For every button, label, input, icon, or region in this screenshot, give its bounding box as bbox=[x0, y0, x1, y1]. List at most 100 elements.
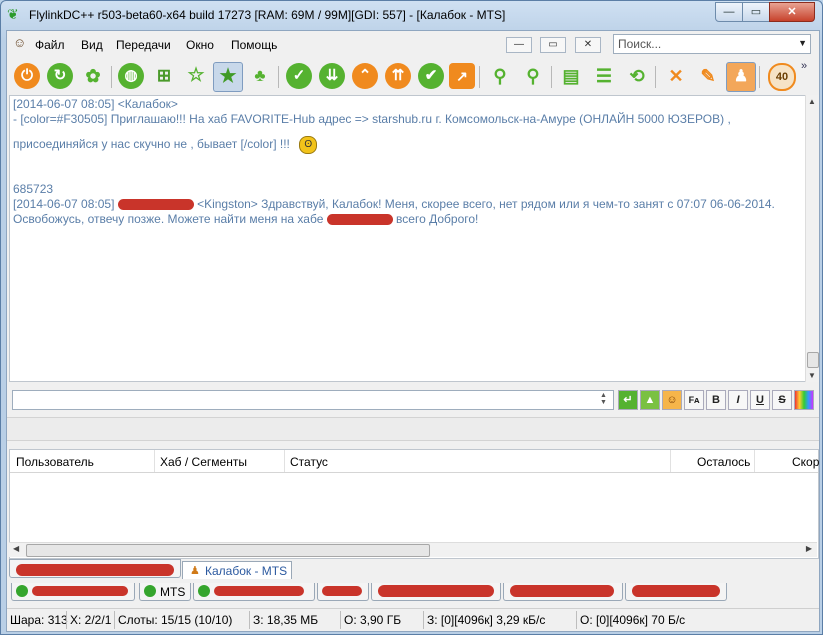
status-divider bbox=[249, 611, 250, 629]
col-divider[interactable] bbox=[154, 450, 155, 472]
status-divider bbox=[576, 611, 577, 629]
col-speed[interactable]: Скор bbox=[792, 455, 819, 469]
chart-icon[interactable]: ↗ bbox=[449, 63, 475, 89]
maximize-button[interactable]: ▭ bbox=[742, 2, 770, 22]
download-icon[interactable]: ⇊ bbox=[319, 63, 345, 89]
database-stack-icon[interactable]: ☰ bbox=[591, 63, 617, 89]
menu-file[interactable]: Файл bbox=[35, 38, 65, 52]
network-icon[interactable]: ⊞ bbox=[151, 63, 177, 89]
menu-window[interactable]: Окно bbox=[186, 38, 214, 52]
col-divider[interactable] bbox=[670, 450, 671, 472]
status-divider bbox=[114, 611, 115, 629]
upload-icon[interactable]: ⇈ bbox=[385, 63, 411, 89]
menu-view[interactable]: Вид bbox=[81, 38, 103, 52]
send-icon[interactable]: ↵ bbox=[618, 390, 638, 410]
tab-redacted[interactable] bbox=[9, 559, 181, 578]
scroll-up-icon[interactable]: ▲ bbox=[808, 97, 816, 106]
globe-icon[interactable]: ◍ bbox=[118, 63, 144, 89]
database-icon[interactable]: ▤ bbox=[558, 63, 584, 89]
chat-scrollbar[interactable]: ▲ ▼ bbox=[805, 95, 819, 382]
transfers-hscrollbar[interactable]: ◀ ▶ bbox=[9, 542, 817, 557]
color-palette-icon[interactable] bbox=[794, 390, 814, 410]
away-icon[interactable]: ♟ bbox=[726, 62, 756, 92]
message-input[interactable] bbox=[12, 390, 614, 410]
status-upload-speed: О: [0][4096к] 70 Б/с bbox=[580, 613, 686, 627]
col-remaining[interactable]: Осталось bbox=[697, 455, 750, 469]
menu-transfers[interactable]: Передачи bbox=[116, 38, 171, 52]
chat-line: - [color=#F30505] Приглашаю!!! На хаб FA… bbox=[13, 112, 731, 126]
minimize-button[interactable]: — bbox=[715, 2, 743, 22]
toolbar-overflow-icon[interactable]: » bbox=[801, 60, 807, 72]
toolbar-separator bbox=[655, 66, 656, 88]
message-row: ▲ ▼ ↵ ▲ ☺ Fᴀ B I U S bbox=[7, 388, 819, 414]
chat-line-prefix: Освобожусь, отвечу позже. Можете найти м… bbox=[13, 212, 327, 226]
smiley-icon: ʘ bbox=[299, 136, 318, 154]
strike-button[interactable]: S bbox=[772, 390, 792, 410]
redacted-hub-tab bbox=[378, 585, 494, 597]
chat-line: Освобожусь, отвечу позже. Можете найти м… bbox=[13, 212, 478, 226]
hub-tab[interactable] bbox=[371, 583, 501, 601]
redacted-hub-tab bbox=[632, 585, 720, 597]
input-spin-icon[interactable]: ▲ ▼ bbox=[600, 392, 607, 406]
butterfly-icon: ❦ bbox=[7, 6, 19, 22]
close-button[interactable]: ✕ bbox=[769, 2, 815, 22]
search-icon[interactable]: ⚲ bbox=[487, 63, 513, 89]
redacted-hub-tab bbox=[214, 586, 304, 596]
user-icon[interactable]: ☺ bbox=[13, 36, 27, 50]
emoticon-icon[interactable]: ☺ bbox=[662, 390, 682, 410]
search-advanced-icon[interactable]: ⚲ bbox=[520, 63, 546, 89]
col-divider[interactable] bbox=[754, 450, 755, 472]
transfers-header: Пользователь Хаб / Сегменты Статус Остал… bbox=[10, 450, 819, 473]
edit-icon[interactable]: ✎ bbox=[695, 63, 721, 89]
arrow-up-icon[interactable]: ⌃ bbox=[352, 63, 378, 89]
mdi-close-button[interactable]: ✕ bbox=[575, 37, 601, 53]
favorite-users-icon[interactable]: ♣ bbox=[247, 63, 273, 89]
search-combo[interactable]: Поиск... ▼ bbox=[613, 34, 811, 54]
hub-tab[interactable] bbox=[625, 583, 727, 601]
chat-line: [2014-06-07 08:05] <Калабок> bbox=[13, 97, 178, 111]
hub-tab[interactable] bbox=[11, 583, 135, 601]
hub-status-strip bbox=[7, 417, 819, 441]
hub-online-icon bbox=[198, 585, 210, 597]
check-icon[interactable]: ✔ bbox=[418, 63, 444, 89]
col-hub[interactable]: Хаб / Сегменты bbox=[160, 455, 247, 469]
bold-button[interactable]: B bbox=[706, 390, 726, 410]
status-share: Шара: 313 bbox=[10, 613, 68, 627]
scroll-right-icon[interactable]: ▶ bbox=[806, 544, 812, 553]
refresh-icon[interactable]: ↻ bbox=[47, 63, 73, 89]
database-refresh-icon[interactable]: ⟲ bbox=[624, 63, 650, 89]
check-down-icon[interactable]: ✓ bbox=[286, 63, 312, 89]
col-divider[interactable] bbox=[284, 450, 285, 472]
status-download-speed: З: [0][4096к] 3,29 кБ/с bbox=[427, 613, 546, 627]
tab-kalabok-mts[interactable]: ♟ Калабок - MTS bbox=[182, 561, 292, 579]
tools-icon[interactable]: ✕ bbox=[663, 63, 689, 89]
redacted-hub bbox=[326, 214, 393, 226]
chat-line: 685723 bbox=[13, 182, 54, 196]
italic-button[interactable]: I bbox=[728, 390, 748, 410]
chat-log[interactable]: [2014-06-07 08:05] <Калабок> - [color=#F… bbox=[9, 95, 806, 382]
scroll-left-icon[interactable]: ◀ bbox=[13, 544, 19, 553]
hub-tab[interactable] bbox=[317, 583, 369, 601]
hscroll-thumb[interactable] bbox=[26, 544, 430, 557]
hub-tab-mts[interactable]: MTS bbox=[139, 583, 191, 601]
users-network-icon[interactable]: ✿ bbox=[80, 63, 106, 89]
scroll-down-icon[interactable]: ▼ bbox=[808, 371, 816, 380]
favorite-outline-icon[interactable]: ☆ bbox=[183, 63, 209, 89]
scroll-thumb[interactable] bbox=[807, 352, 819, 368]
title-bar[interactable]: ❦ FlylinkDC++ r503-beta60-x64 build 1727… bbox=[1, 1, 822, 29]
hub-tab[interactable] bbox=[193, 583, 315, 601]
upload-arrow-icon[interactable]: ▲ bbox=[640, 390, 660, 410]
power-icon[interactable]: ⏻ bbox=[14, 63, 40, 89]
underline-button[interactable]: U bbox=[750, 390, 770, 410]
mdi-minimize-button[interactable]: — bbox=[506, 37, 532, 53]
menu-help[interactable]: Помощь bbox=[231, 38, 277, 52]
window-title: FlylinkDC++ r503-beta60-x64 build 17273 … bbox=[29, 8, 506, 22]
chevron-down-icon[interactable]: ▼ bbox=[798, 38, 807, 48]
hub-tab[interactable] bbox=[503, 583, 623, 601]
col-user[interactable]: Пользователь bbox=[16, 455, 94, 469]
mdi-restore-button[interactable]: ▭ bbox=[540, 37, 566, 53]
font-icon[interactable]: Fᴀ bbox=[684, 390, 704, 410]
favorite-star-icon[interactable]: ★ bbox=[213, 62, 243, 92]
limiter-icon[interactable]: 40 bbox=[768, 63, 796, 91]
col-status[interactable]: Статус bbox=[290, 455, 328, 469]
